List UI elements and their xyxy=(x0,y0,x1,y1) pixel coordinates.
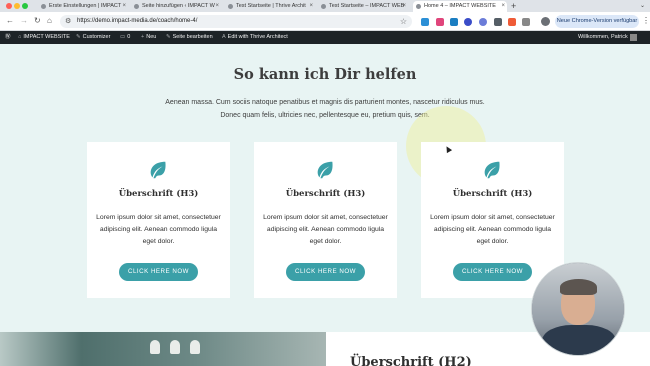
browser-tab[interactable]: Test Startseite | Thrive Archit × xyxy=(225,1,315,12)
window-minimize-button[interactable] xyxy=(14,3,20,9)
home-icon[interactable]: ⌂ xyxy=(47,16,52,26)
extension-icon[interactable] xyxy=(421,18,429,26)
tab-favicon-icon xyxy=(228,4,233,9)
presenter-hair xyxy=(560,279,597,295)
wp-edit-page-link[interactable]: ✎ Seite bearbeiten xyxy=(166,31,213,44)
avatar[interactable] xyxy=(630,34,637,41)
browser-tab[interactable]: Seite hinzufügen ‹ IMPACT W × xyxy=(131,1,221,12)
address-bar[interactable]: ⚙ https://demo.impact-media.de/coach/hom… xyxy=(60,15,412,28)
presenter-shirt xyxy=(542,325,616,355)
leaf-icon xyxy=(317,161,333,179)
lamp-shape xyxy=(150,340,160,354)
wp-greeting[interactable]: Willkommen, Patrick xyxy=(578,31,628,44)
thrive-edit-link[interactable]: A Edit with Thrive Architect xyxy=(222,31,288,44)
section-heading: So kann ich Dir helfen xyxy=(233,66,417,83)
browser-tab-active[interactable]: Home 4 – IMPACT WEBSITE × xyxy=(413,1,507,12)
lamp-shape xyxy=(190,340,200,354)
wp-new-link[interactable]: + Neu xyxy=(141,31,156,44)
wp-edit-page-label: Seite bearbeiten xyxy=(172,34,213,40)
wp-site-name-link[interactable]: ⌂ IMPACT WEBSITE xyxy=(18,31,70,44)
thrive-icon: A xyxy=(222,34,226,40)
tab-title: Test Startseite | Thrive Archit xyxy=(236,3,306,9)
tab-favicon-icon xyxy=(41,4,46,9)
extension-icon[interactable] xyxy=(436,18,444,26)
card-title: Überschrift (H3) xyxy=(285,189,366,199)
new-tab-button[interactable]: + xyxy=(511,0,516,12)
tab-close-icon[interactable]: × xyxy=(402,1,406,12)
card-title: Überschrift (H3) xyxy=(118,189,199,199)
tab-search-chevron-icon[interactable]: ⌄ xyxy=(640,0,645,12)
thrive-edit-label: Edit with Thrive Architect xyxy=(227,34,288,40)
brush-icon: ✎ xyxy=(76,34,81,40)
bookmark-star-icon[interactable]: ☆ xyxy=(400,15,407,28)
wp-comments-count: 0 xyxy=(127,34,131,40)
webcam-overlay xyxy=(531,262,625,356)
back-arrow-icon[interactable]: ← xyxy=(6,16,14,26)
extension-icon[interactable] xyxy=(508,18,516,26)
card-text: Lorem ipsum dolor sit amet, consectetuer… xyxy=(96,214,221,246)
extensions-puzzle-icon[interactable] xyxy=(522,18,530,26)
address-url[interactable]: https://demo.impact-media.de/coach/home-… xyxy=(77,15,197,28)
extension-icon[interactable] xyxy=(464,18,472,26)
tab-title: Test Startseite – IMPACT WEB xyxy=(329,3,405,9)
tab-close-icon[interactable]: × xyxy=(215,1,219,12)
plus-icon: + xyxy=(141,34,145,40)
reload-icon[interactable]: ↻ xyxy=(34,16,41,26)
service-card: Überschrift (H3) Lorem ipsum dolor sit a… xyxy=(254,142,397,298)
tab-title: Seite hinzufügen ‹ IMPACT W xyxy=(142,3,215,9)
leaf-icon xyxy=(150,161,166,179)
browser-menu-icon[interactable]: ⋮ xyxy=(642,16,650,26)
click-here-button[interactable]: CLICK HERE NOW xyxy=(119,263,198,281)
tab-favicon-icon xyxy=(321,4,326,9)
tab-title: Erste Einstellungen | IMPACT xyxy=(49,3,122,9)
browser-toolbar: ← → ↻ ⌂ ⚙ https://demo.impact-media.de/c… xyxy=(0,12,650,31)
dashboard-icon: ⌂ xyxy=(18,34,22,40)
forward-arrow-icon[interactable]: → xyxy=(20,16,28,26)
service-card: Überschrift (H3) Lorem ipsum dolor sit a… xyxy=(87,142,230,298)
browser-tab-strip: Erste Einstellungen | IMPACT × Seite hin… xyxy=(0,0,650,12)
wp-admin-bar: Ⓦ ⌂ IMPACT WEBSITE ✎ Customizer ▭ 0 + Neu ✎ S… xyxy=(0,31,650,44)
comment-icon: ▭ xyxy=(120,34,126,40)
lamp-shape xyxy=(170,340,180,354)
click-here-button[interactable]: CLICK HERE NOW xyxy=(453,263,532,281)
wp-site-name: IMPACT WEBSITE xyxy=(23,34,70,40)
card-text: Lorem ipsum dolor sit amet, consectetuer… xyxy=(263,214,388,246)
card-title: Überschrift (H3) xyxy=(452,189,533,199)
click-here-button[interactable]: CLICK HERE NOW xyxy=(286,263,365,281)
browser-tab[interactable]: Test Startseite – IMPACT WEB × xyxy=(318,1,408,12)
wp-new-label: Neu xyxy=(146,34,157,40)
extension-icon[interactable] xyxy=(494,18,502,26)
leaf-icon xyxy=(484,161,500,179)
interior-photo xyxy=(0,332,326,366)
pencil-icon: ✎ xyxy=(166,34,171,40)
wp-comments-link[interactable]: ▭ 0 xyxy=(120,31,130,44)
wordpress-logo-icon[interactable]: Ⓦ xyxy=(5,31,11,44)
extension-icon[interactable] xyxy=(479,18,487,26)
tab-favicon-icon xyxy=(134,4,139,9)
next-section-title: Überschrift (H2) xyxy=(350,355,472,366)
tab-close-icon[interactable]: × xyxy=(501,1,505,12)
browser-tab[interactable]: Erste Einstellungen | IMPACT × xyxy=(38,1,128,12)
extension-icon[interactable] xyxy=(450,18,458,26)
window-close-button[interactable] xyxy=(6,3,12,9)
tab-title: Home 4 – IMPACT WEBSITE xyxy=(424,3,496,9)
card-text: Lorem ipsum dolor sit amet, consectetuer… xyxy=(430,214,555,246)
window-zoom-button[interactable] xyxy=(22,3,28,9)
chrome-update-button[interactable]: Neue Chrome-Version verfügbar xyxy=(555,15,639,28)
tab-favicon-icon xyxy=(416,4,421,9)
profile-avatar[interactable] xyxy=(541,17,550,26)
tab-close-icon[interactable]: × xyxy=(309,1,313,12)
wp-customize-link[interactable]: ✎ Customizer xyxy=(76,31,110,44)
site-info-icon[interactable]: ⚙ xyxy=(65,16,71,27)
tab-close-icon[interactable]: × xyxy=(122,1,126,12)
wp-customize-label: Customizer xyxy=(82,34,111,40)
